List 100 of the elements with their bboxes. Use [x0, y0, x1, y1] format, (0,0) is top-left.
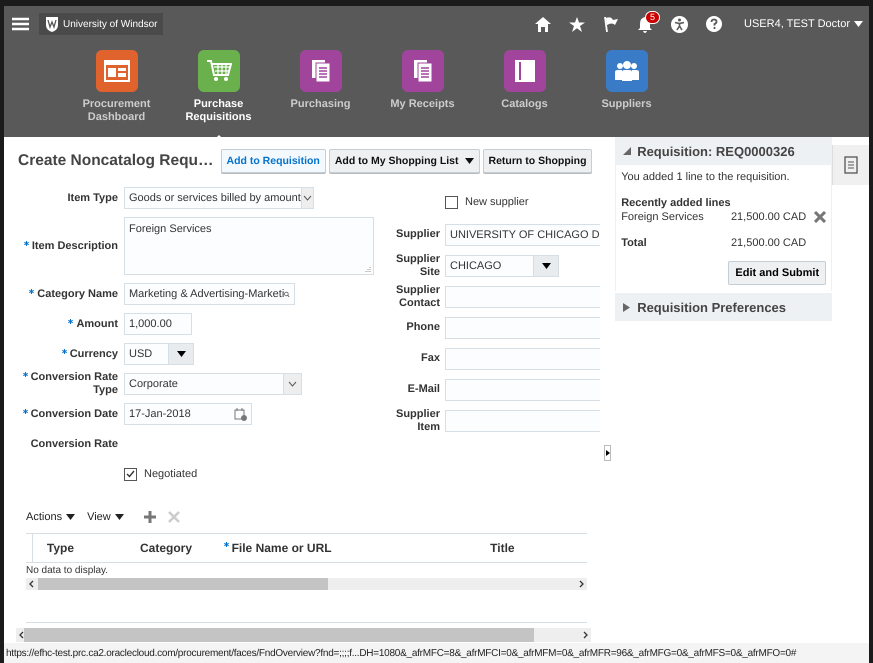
document-icon — [412, 59, 432, 83]
people-icon — [614, 60, 640, 82]
column-header: Title — [476, 534, 587, 562]
caret-icon — [854, 21, 863, 27]
panel-title: Requisition Preferences — [637, 300, 786, 314]
caret-icon — [606, 450, 610, 456]
choice-field[interactable]: USD — [124, 343, 194, 365]
document-icon — [844, 156, 858, 174]
field-label: Supplier Contact — [394, 284, 440, 310]
toolbar-button[interactable]: Return to Shopping — [482, 149, 592, 173]
toolbar-button[interactable]: Add to Requisition — [220, 149, 326, 173]
calendar-icon — [234, 408, 247, 420]
chevron-icon — [288, 381, 297, 387]
caret-icon — [114, 514, 124, 520]
caret-icon — [464, 158, 474, 164]
input-field[interactable] — [445, 410, 600, 432]
scrollbar[interactable] — [16, 628, 591, 642]
field-label: Item Type — [66, 192, 118, 204]
caret-icon — [66, 514, 76, 520]
checkbox[interactable] — [445, 196, 458, 208]
section-heading: Recently added lines — [621, 197, 732, 209]
input-field[interactable] — [445, 378, 600, 400]
nav-item[interactable]: Procurement Dashboard — [78, 42, 154, 137]
panel-header[interactable]: Requisition: REQ0000326 — [615, 137, 832, 165]
menu-icon[interactable] — [12, 17, 29, 31]
side-tab[interactable] — [832, 145, 869, 185]
field-label: Conversion Rate Type — [22, 371, 118, 396]
checkbox-label: Negotiated — [144, 468, 198, 480]
nav-item[interactable]: Catalogs — [486, 42, 562, 137]
checkmark-icon — [126, 470, 135, 478]
document-icon — [310, 59, 330, 83]
search-field[interactable]: Marketing & Advertising-Marketi — [124, 283, 295, 305]
scroll-left-icon[interactable] — [19, 631, 24, 639]
date-field[interactable]: 17-Jan-2018 — [124, 403, 252, 425]
panel-header[interactable]: Requisition Preferences — [615, 293, 832, 321]
empty-message: No data to display. — [26, 564, 110, 578]
field-label: Amount — [68, 318, 118, 330]
home-icon[interactable] — [535, 16, 552, 32]
nav-item[interactable]: Suppliers — [588, 42, 664, 137]
total-label: Total — [621, 237, 647, 249]
toolbar-button[interactable]: Add to My Shopping List — [328, 149, 480, 173]
remove-icon[interactable] — [814, 211, 826, 223]
user-menu[interactable]: USER4, TEST Doctor — [744, 18, 863, 30]
input-field[interactable]: 1,000.00 — [124, 313, 192, 335]
column-header: File Name or URL — [218, 534, 476, 562]
checkbox[interactable] — [124, 468, 137, 480]
book-icon — [514, 59, 536, 83]
field-label: Conversion Rate — [30, 438, 118, 450]
page-title: Create Noncatalog Requ… — [18, 152, 214, 170]
text-area[interactable]: Foreign Services — [124, 217, 374, 275]
caret-icon — [176, 351, 186, 357]
nav-item[interactable]: My Receipts — [384, 42, 460, 137]
field-label: Item Description — [24, 240, 118, 252]
input-field[interactable] — [445, 348, 600, 370]
nav-item[interactable]: Purchasing — [282, 42, 358, 137]
shield-icon — [45, 16, 59, 32]
expanded-triangle-icon[interactable] — [623, 146, 632, 156]
input-field[interactable]: UNIVERSITY OF CHICAGO DI — [445, 224, 600, 246]
bell-icon[interactable] — [637, 16, 654, 32]
panel-title: Requisition: REQ0000326 — [637, 144, 795, 158]
scroll-right-icon[interactable] — [583, 631, 588, 639]
collapsed-triangle-icon[interactable] — [623, 302, 632, 312]
notification-badge: 5 — [645, 10, 660, 24]
scroll-right-icon[interactable] — [579, 580, 584, 588]
scroll-left-icon[interactable] — [29, 580, 34, 588]
field-label: E-Mail — [406, 383, 440, 396]
checkbox-label: New supplier — [465, 196, 529, 208]
field-label: Supplier — [394, 228, 440, 241]
column-header: Type — [32, 534, 126, 562]
choice-field[interactable]: CHICAGO — [445, 254, 559, 276]
field-label: Supplier Item — [394, 408, 440, 434]
resize-handle-icon — [365, 266, 371, 272]
help-icon[interactable] — [706, 16, 722, 32]
add-icon[interactable] — [144, 511, 156, 523]
status-url: https://efhc-test.prc.ca2.oraclecloud.com/procurement/faces/FndOverview?fnd=;;;;f...DH=1080&_afrMFC=8&_afrMFCI=0&_afrMFM=0&_afrMFR=96&_afrMFG=0&_afrMFS=0&_afrMFO=0# — [4, 643, 869, 663]
accessibility-icon[interactable] — [671, 16, 688, 32]
select-field[interactable]: Corporate — [124, 373, 302, 395]
star-icon[interactable] — [569, 16, 586, 32]
field-label: Phone — [405, 321, 440, 334]
flag-icon[interactable] — [603, 16, 620, 32]
menu-button[interactable]: Actions — [26, 511, 76, 523]
dashboard-icon — [104, 60, 130, 82]
field-label: Supplier Site — [394, 252, 440, 278]
caret-icon — [542, 262, 550, 268]
input-field[interactable] — [445, 316, 600, 338]
input-field[interactable] — [445, 286, 600, 308]
confirmation-message: You added 1 line to the requisition. — [621, 171, 791, 183]
menu-button[interactable]: View — [87, 511, 124, 523]
collapse-handle[interactable] — [604, 445, 611, 461]
scrollbar[interactable] — [26, 578, 587, 590]
field-label: Currency — [62, 348, 118, 360]
logo[interactable]: University of Windsor — [39, 13, 164, 35]
field-label: Category Name — [29, 288, 118, 300]
field-label: Conversion Date — [22, 408, 118, 420]
edit-and-submit-button[interactable]: Edit and Submit — [728, 261, 826, 285]
field-label: Fax — [420, 352, 440, 365]
chevron-icon — [302, 195, 312, 201]
select-field[interactable]: Goods or services billed by amount — [124, 187, 314, 209]
column-header: Category — [126, 534, 218, 562]
cart-icon — [206, 59, 232, 83]
